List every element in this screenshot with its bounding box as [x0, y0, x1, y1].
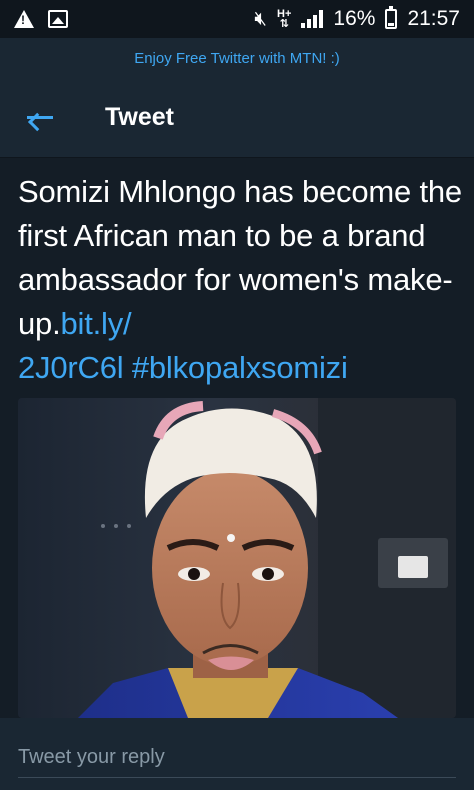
promo-banner-text: Enjoy Free Twitter with MTN! :) [134, 49, 340, 67]
warning-icon [14, 10, 34, 28]
arrow-left-icon [25, 106, 55, 131]
top-app-bar: Tweet [0, 78, 474, 158]
battery-percent: 16% [333, 7, 376, 30]
status-left [14, 10, 68, 28]
image-icon [48, 10, 68, 28]
tweet-link-part2: 2J0rC6l [18, 350, 124, 385]
network-icon: H+ ⇅ [277, 8, 292, 30]
reply-input[interactable] [18, 738, 456, 778]
mute-icon: 🔇︎ [254, 7, 268, 30]
reply-bar [0, 718, 474, 790]
clock: 21:57 [407, 7, 460, 30]
page-title: Tweet [105, 103, 174, 131]
back-button[interactable] [0, 78, 80, 158]
status-bar: 🔇︎ H+⇅ 16% 21:57 [0, 0, 474, 38]
status-right: 🔇︎ H+ ⇅ 16% 21:57 [254, 6, 460, 31]
portrait-image [78, 398, 456, 718]
tweet-link-part1: bit.ly/ [60, 306, 132, 341]
battery-icon [385, 6, 398, 29]
signal-icon [301, 10, 324, 28]
network-type: H+ [277, 8, 292, 20]
tweet-text: Somizi Mhlongo has become the first Afri… [18, 170, 463, 390]
promo-banner[interactable]: Enjoy Free Twitter with MTN! :) [0, 38, 474, 78]
tweet-hashtag[interactable]: #blkopalxsomizi [132, 350, 348, 385]
tweet-photo[interactable] [18, 398, 456, 718]
